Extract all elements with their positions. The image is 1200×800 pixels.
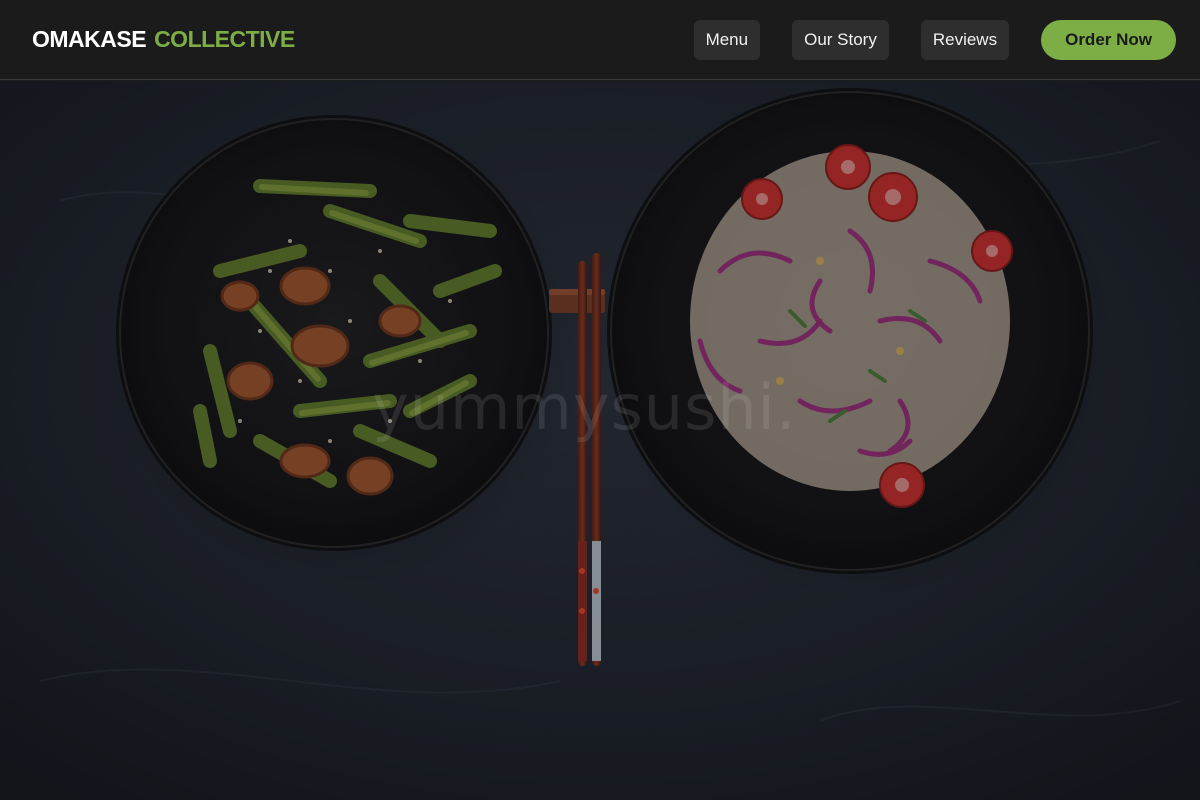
left-bowl: [105, 115, 585, 586]
nav-reviews-button[interactable]: Reviews: [920, 19, 1010, 60]
brand-logo[interactable]: OMAKASE COLLECTIVE: [32, 26, 295, 53]
main-nav: Menu Our Story Reviews Order Now: [693, 19, 1176, 60]
brand-word-omakase: OMAKASE: [32, 26, 147, 52]
hero-food-image: [0, 81, 1200, 800]
top-navigation-bar: OMAKASE COLLECTIVE Menu Our Story Review…: [0, 0, 1200, 80]
nav-menu-button[interactable]: Menu: [693, 19, 761, 60]
nav-our-story-button[interactable]: Our Story: [792, 19, 889, 60]
right-bowl: [605, 88, 1115, 601]
hero-section: yummysushi.: [0, 81, 1200, 800]
brand-word-collective: COLLECTIVE: [154, 26, 295, 52]
order-now-button[interactable]: Order Now: [1041, 19, 1176, 60]
